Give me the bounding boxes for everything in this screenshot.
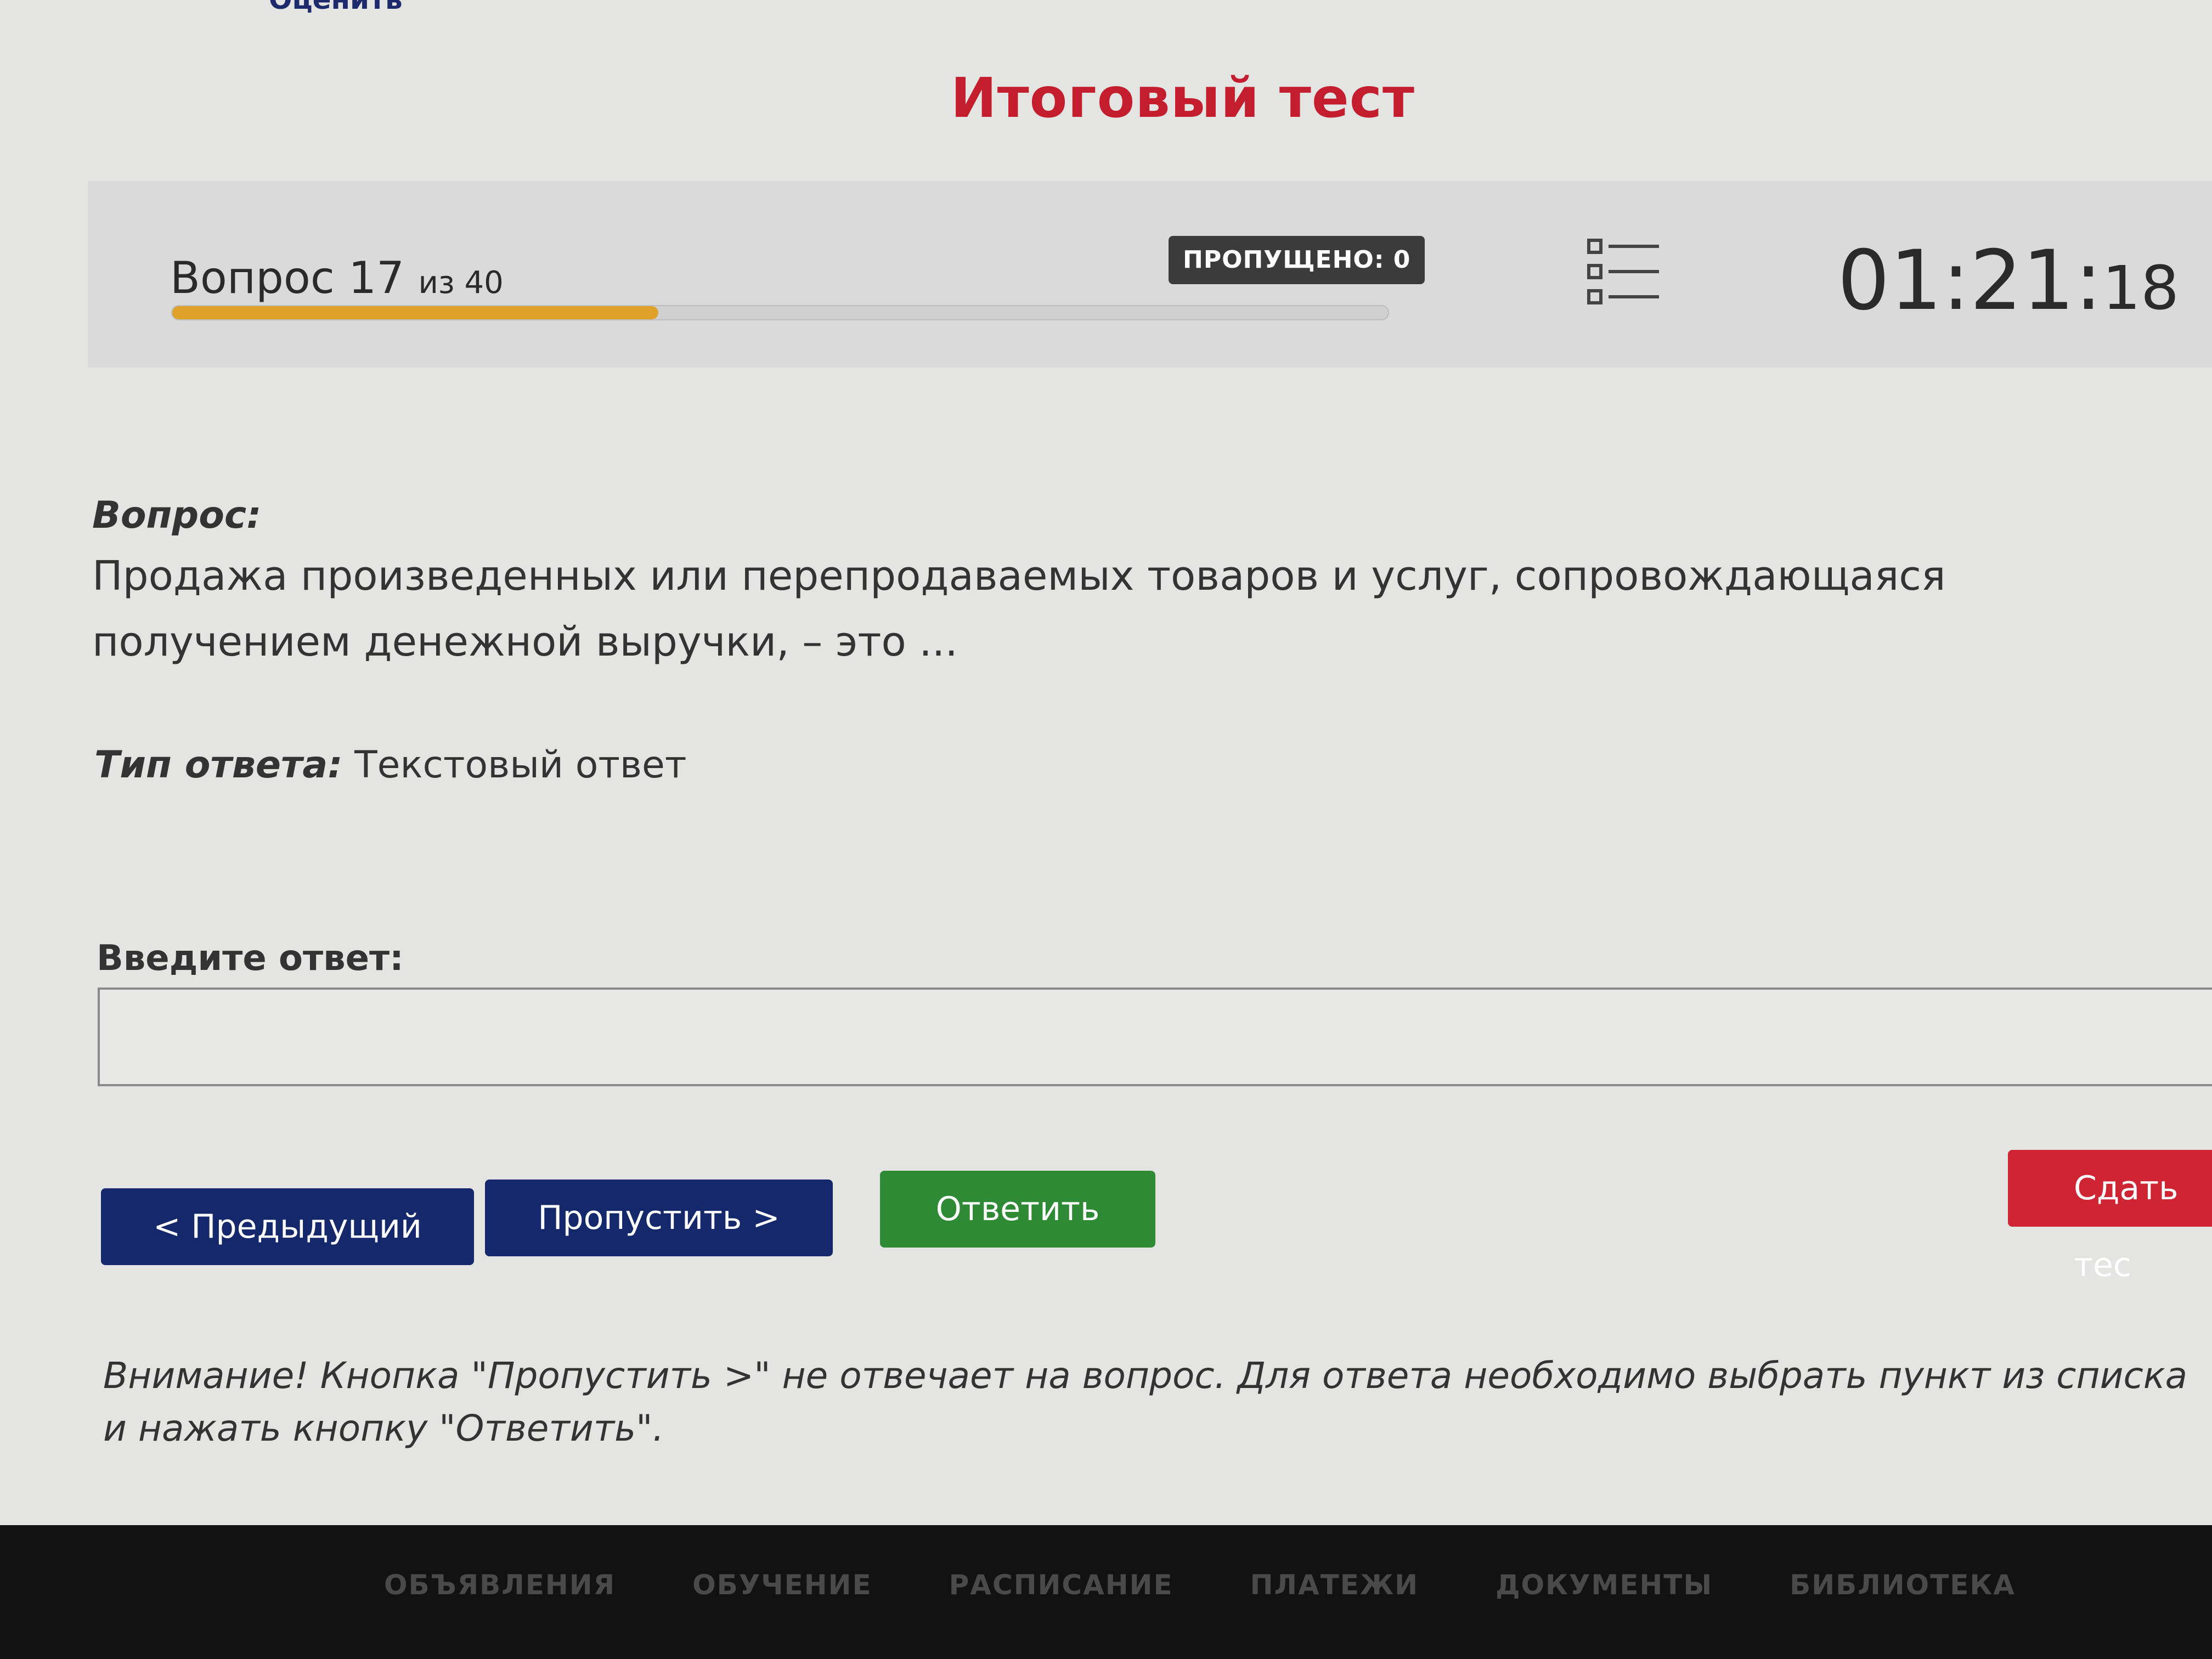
page-title: Итоговый тест [951,66,1415,130]
question-list-icon[interactable] [1585,236,1662,307]
rate-link[interactable]: Оценить [269,0,403,15]
answer-type-label: Тип ответа: [94,743,343,787]
question-counter: Вопрос 17 из 40 [170,252,504,303]
answer-type: Тип ответа: Текстовый ответ [94,743,686,787]
answer-input[interactable] [98,988,2212,1086]
answer-button[interactable]: Ответить [880,1171,1155,1248]
footer-nav-learning[interactable]: ОБУЧЕНИЕ [692,1569,872,1601]
footer-nav-payments[interactable]: ПЛАТЕЖИ [1250,1569,1419,1601]
footer-nav-library[interactable]: БИБЛИОТЕКА [1790,1569,2016,1601]
footer-nav: ОБЪЯВЛЕНИЯ ОБУЧЕНИЕ РАСПИСАНИЕ ПЛАТЕЖИ Д… [384,1569,2016,1601]
question-text: Продажа произведенных или перепродаваемы… [92,552,1946,665]
question-total: из 40 [418,265,504,301]
answer-input-label: Введите ответ: [97,938,404,979]
submit-test-button[interactable]: Сдать тес [2008,1150,2212,1284]
progress-fill [172,306,659,319]
previous-button[interactable]: < Предыдущий [101,1188,474,1265]
warning-text: Внимание! Кнопка "Пропустить >" не отвеч… [103,1355,2188,1449]
timer: 01:21:18 [1837,233,2179,329]
answer-type-value: Текстовый ответ [354,743,687,787]
footer-nav-announcements[interactable]: ОБЪЯВЛЕНИЯ [384,1569,616,1601]
skipped-badge: ПРОПУЩЕНО: 0 [1169,236,1425,284]
skip-button[interactable]: Пропустить > [485,1180,833,1256]
progress-bar [171,305,1389,320]
question-number: Вопрос 17 [170,252,405,303]
timer-main: 01:21: [1837,233,2103,329]
timer-seconds: 18 [2102,253,2179,323]
footer-nav-documents[interactable]: ДОКУМЕНТЫ [1496,1569,1713,1601]
footer-nav-schedule[interactable]: РАСПИСАНИЕ [949,1569,1173,1601]
question-label: Вопрос: [92,494,262,537]
